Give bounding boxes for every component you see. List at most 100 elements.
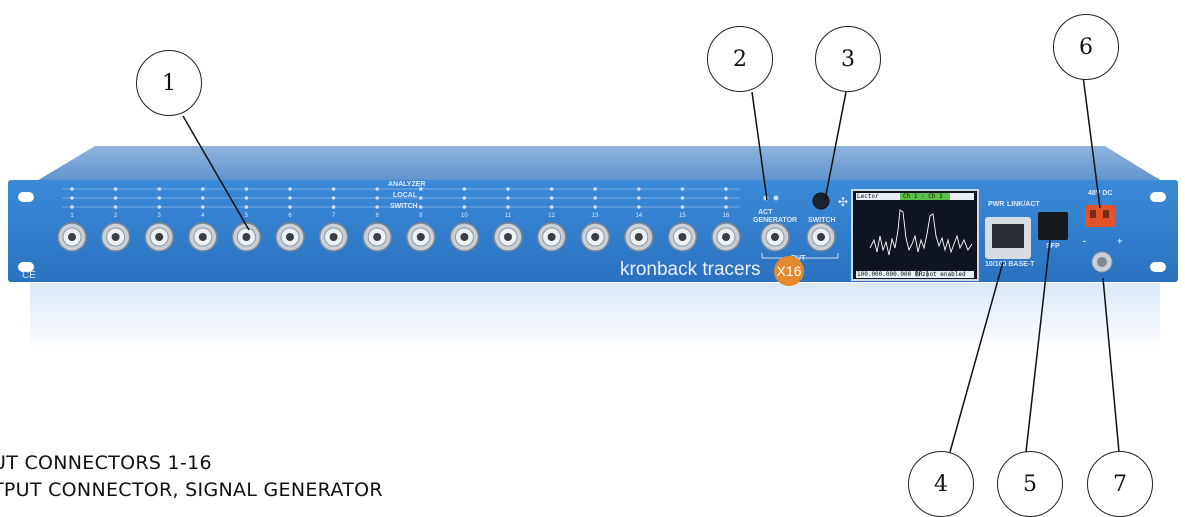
port-number-label: 10 (461, 213, 468, 219)
dut-analyzer-connector[interactable] (806, 222, 836, 252)
status-led (462, 196, 467, 200)
port-connector-8[interactable] (362, 222, 392, 252)
port-connector-5[interactable] (231, 222, 262, 252)
status-led (375, 196, 380, 200)
status-led (157, 196, 161, 200)
label-analyzer: ANALYZER (388, 181, 426, 188)
status-led (70, 196, 74, 200)
callout-4: 4 (908, 451, 974, 517)
status-led (724, 205, 728, 209)
screen-tab-left: Lector (857, 193, 879, 200)
callout-3: 3 (815, 26, 881, 92)
connector-row: 1 2 3 4 5 6 7 8 9 10 11 12 13 14 15 16 (0, 140, 1185, 400)
status-led (113, 196, 118, 200)
status-led (288, 196, 292, 200)
port-connector-1[interactable] (57, 222, 87, 252)
status-led (288, 205, 292, 209)
port-connector-7[interactable] (318, 222, 349, 252)
callout-1: 1 (136, 50, 202, 116)
callout-2: 2 (707, 26, 773, 92)
port-number-label: 4 (201, 213, 205, 219)
status-led (637, 187, 641, 191)
ce-mark: CE (22, 270, 36, 281)
status-led (244, 196, 249, 200)
rack-device: ✣ 1 2 3 4 5 6 7 8 9 10 11 12 13 14 15 16 ANALYZER LOCAL… (0, 140, 1185, 400)
status-led (506, 196, 510, 200)
status-led (637, 205, 641, 209)
status-led (724, 196, 728, 200)
status-led (680, 205, 685, 209)
status-led (70, 205, 74, 209)
status-led (462, 205, 467, 209)
status-led (462, 187, 467, 191)
status-led (375, 187, 380, 191)
screen-footer-right: RF not enabled (915, 271, 966, 278)
port-number-label: 13 (592, 213, 599, 219)
status-led (549, 187, 554, 191)
port-connector-2[interactable] (100, 222, 131, 252)
status-led (506, 187, 510, 191)
status-led (288, 187, 292, 191)
port-number-label: 9 (419, 213, 423, 219)
port-connector-9[interactable] (406, 222, 436, 252)
port-number-label: 2 (114, 213, 118, 219)
port-connector-14[interactable] (624, 222, 654, 252)
status-led (419, 205, 423, 209)
port-connector-3[interactable] (144, 222, 174, 252)
port-connector-15[interactable] (667, 222, 698, 252)
status-led (593, 196, 597, 200)
port-connector-11[interactable] (493, 222, 523, 252)
port-connector-10[interactable] (449, 222, 480, 252)
status-led (70, 187, 74, 191)
status-led (375, 205, 380, 209)
status-led (680, 196, 685, 200)
status-led (549, 196, 554, 200)
port-number-label: 15 (679, 213, 686, 219)
label-act: ACT (758, 209, 773, 216)
screen-tab-right: Ch 1 - Ch 1 (903, 193, 943, 200)
status-led (201, 196, 205, 200)
label-power: 48V DC (1088, 190, 1113, 197)
port-connector-13[interactable] (580, 222, 610, 252)
callout-7: 7 (1087, 451, 1153, 517)
status-led (201, 187, 205, 191)
port-number-label: 3 (158, 213, 162, 219)
status-led (331, 205, 336, 209)
legend-line-2: TPUT CONNECTOR, SIGNAL GENERATOR (0, 479, 383, 501)
label-sfp: SFP (1046, 243, 1060, 250)
label-link-act: LINK/ACT (1007, 201, 1040, 208)
port-number-label: 8 (376, 213, 380, 219)
callout-6: 6 (1053, 14, 1119, 80)
label-ground-plus: + (1117, 236, 1123, 246)
dut-generator-connector[interactable] (760, 222, 790, 252)
port-connector-4[interactable] (188, 222, 218, 252)
port-connector-16[interactable] (711, 222, 741, 252)
label-switch-button: SWITCH (808, 217, 836, 224)
model-badge: X16 (774, 256, 804, 286)
port-number-label: 16 (723, 213, 730, 219)
status-led (244, 187, 249, 191)
status-led (113, 205, 118, 209)
label-local: LOCAL (393, 192, 418, 199)
port-connector-12[interactable] (536, 222, 567, 252)
port-number-label: 11 (505, 213, 512, 219)
brand-name: kronback tracers (620, 259, 761, 280)
port-number-label: 6 (288, 213, 292, 219)
label-switch-row: SWITCH (390, 203, 418, 210)
status-led (593, 205, 597, 209)
status-led (113, 187, 118, 191)
callout-5: 5 (997, 451, 1063, 517)
port-number-label: 14 (635, 213, 642, 219)
status-led (680, 187, 685, 191)
status-led (506, 205, 510, 209)
status-led (593, 187, 597, 191)
status-led (331, 196, 336, 200)
status-led (637, 196, 641, 200)
status-led (201, 205, 205, 209)
status-led (331, 187, 336, 191)
status-led (724, 187, 728, 191)
port-connector-6[interactable] (275, 222, 305, 252)
port-number-label: 1 (70, 213, 74, 219)
label-generator: GENERATOR (753, 217, 798, 224)
port-number-label: 7 (332, 213, 336, 219)
